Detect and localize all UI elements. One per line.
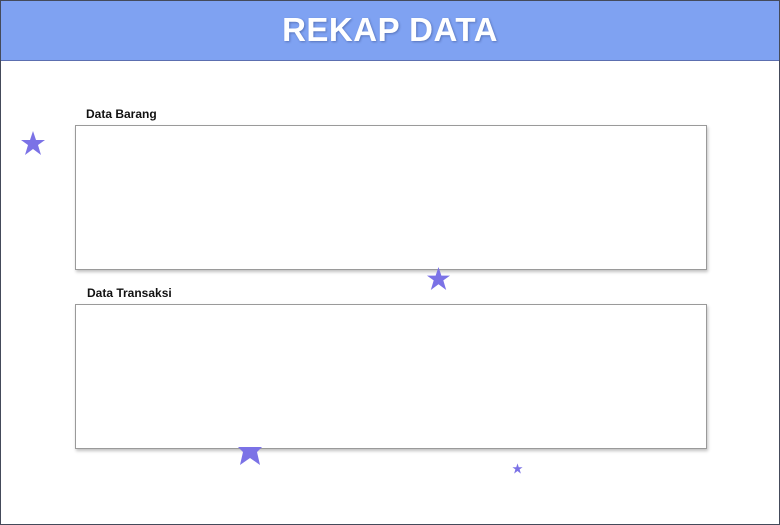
data-barang-panel[interactable]: [75, 125, 707, 270]
data-transaksi-label: Data Transaksi: [87, 286, 172, 300]
data-barang-label: Data Barang: [86, 107, 157, 121]
star-icon: [238, 447, 262, 465]
page-title: REKAP DATA: [282, 10, 498, 48]
app-window: REKAP DATA Data Barang Data Transaksi: [0, 0, 780, 525]
data-transaksi-panel[interactable]: [75, 304, 707, 449]
star-icon: [512, 463, 523, 474]
header-bar: REKAP DATA: [1, 1, 779, 61]
star-icon: [426, 266, 451, 291]
star-icon: [21, 131, 45, 155]
